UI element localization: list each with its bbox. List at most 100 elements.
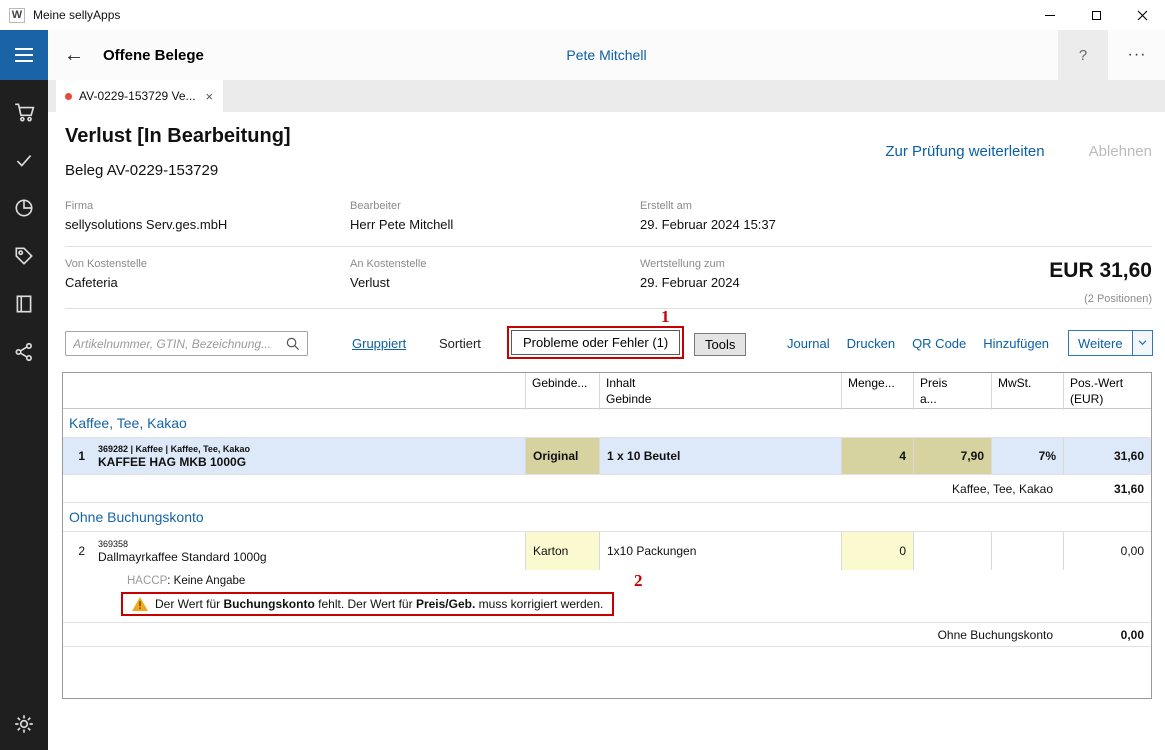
sidebar-item-share[interactable] xyxy=(0,328,48,376)
field-label: Firma xyxy=(65,200,227,212)
gebinde-cell[interactable]: Karton xyxy=(525,532,599,570)
table-row[interactable]: 1 369282 | Kaffee | Kaffee, Tee, Kakao K… xyxy=(63,438,1151,475)
gebinde-cell[interactable]: Original xyxy=(525,438,599,474)
sidebar-item-tags[interactable] xyxy=(0,232,48,280)
maximize-button[interactable] xyxy=(1073,0,1119,30)
haccp-value: : Keine Angabe xyxy=(167,575,245,587)
close-button[interactable] xyxy=(1119,0,1165,30)
haccp-info-row: HACCP: Keine Angabe xyxy=(63,570,1151,592)
field-value: sellysolutions Serv.ges.mbH xyxy=(65,217,227,232)
article-search xyxy=(65,331,308,356)
document-total: EUR 31,60 xyxy=(1049,259,1152,283)
book-icon xyxy=(13,293,35,315)
search-icon[interactable] xyxy=(285,336,300,351)
header-num xyxy=(63,373,91,410)
group-header-row: Kaffee, Tee, Kakao xyxy=(63,409,1151,438)
table-header-row: Gebinde... InhaltGebinde Menge... Preisa… xyxy=(63,373,1151,409)
validation-warning-row: Der Wert für Buchungskonto fehlt. Der We… xyxy=(63,592,1151,622)
field-label: Wertstellung zum xyxy=(640,258,740,270)
add-link[interactable]: Hinzufügen xyxy=(983,336,1049,351)
sidebar xyxy=(0,80,48,750)
validation-warning[interactable]: Der Wert für Buchungskonto fehlt. Der We… xyxy=(121,592,614,616)
reject-link[interactable]: Ablehnen xyxy=(1089,143,1152,160)
help-button[interactable]: ? xyxy=(1058,30,1108,80)
header-gebinde[interactable]: Gebinde... xyxy=(525,373,599,410)
minimize-button[interactable] xyxy=(1027,0,1073,30)
tab-close-icon[interactable]: × xyxy=(206,89,214,104)
more-dropdown-button[interactable]: Weitere xyxy=(1068,330,1153,356)
group-subtotal-row: Kaffee, Tee, Kakao 31,60 xyxy=(63,475,1151,503)
field-value: Verlust xyxy=(350,275,426,290)
pos-wert-cell: 0,00 xyxy=(1063,532,1151,570)
back-button[interactable]: ← xyxy=(64,44,84,67)
field-firma: Firma sellysolutions Serv.ges.mbH xyxy=(65,200,227,232)
row-number: 2 xyxy=(63,532,91,570)
title-bar: W Meine sellyApps xyxy=(0,0,1165,30)
pie-chart-icon xyxy=(13,197,35,219)
document-number: Beleg AV-0229-153729 xyxy=(65,162,218,179)
sidebar-item-reports[interactable] xyxy=(0,184,48,232)
chevron-down-icon xyxy=(1132,331,1152,355)
app-header: ← Offene Belege Pete Mitchell ? ··· xyxy=(48,30,1165,80)
field-erstellt-am: Erstellt am 29. Februar 2024 15:37 xyxy=(640,200,776,232)
tools-button[interactable]: Tools xyxy=(694,333,746,356)
group-name[interactable]: Ohne Buchungskonto xyxy=(63,509,1151,525)
subtotal-value: 31,60 xyxy=(1063,482,1151,496)
preis-cell[interactable]: 7,90 xyxy=(913,438,991,474)
journal-link[interactable]: Journal xyxy=(787,336,830,351)
header-description xyxy=(91,373,525,410)
header-mwst[interactable]: MwSt. xyxy=(991,373,1063,410)
more-dropdown-label: Weitere xyxy=(1069,336,1132,351)
cart-icon xyxy=(13,101,35,123)
problems-errors-button[interactable]: Probleme oder Fehler (1) xyxy=(511,330,680,355)
sidebar-item-journal[interactable] xyxy=(0,280,48,328)
window-controls xyxy=(1027,0,1165,30)
header-inhalt-gebinde[interactable]: InhaltGebinde xyxy=(599,373,841,410)
preis-cell[interactable] xyxy=(913,532,991,570)
subtotal-value: 0,00 xyxy=(1063,628,1151,642)
field-label: Von Kostenstelle xyxy=(65,258,147,270)
table-row[interactable]: 2 369358 Dallmayrkaffee Standard 1000g K… xyxy=(63,532,1151,570)
unsaved-dot-icon xyxy=(65,93,72,100)
annotation-number-1: 1 xyxy=(661,307,670,327)
forward-for-review-link[interactable]: Zur Prüfung weiterleiten xyxy=(885,143,1044,160)
grouped-toggle-link[interactable]: Gruppiert xyxy=(352,336,406,351)
mwst-cell: 7% xyxy=(991,438,1063,474)
qr-code-link[interactable]: QR Code xyxy=(912,336,966,351)
tab-document[interactable]: AV-0229-153729 Ve... × xyxy=(56,80,223,112)
header-menge[interactable]: Menge... xyxy=(841,373,913,410)
subtotal-label: Ohne Buchungskonto xyxy=(63,628,1063,642)
sidebar-item-settings[interactable] xyxy=(0,700,48,748)
share-icon xyxy=(13,341,35,363)
article-meta: 369358 xyxy=(98,539,518,549)
current-user-link[interactable]: Pete Mitchell xyxy=(566,47,646,63)
article-description: 369282 | Kaffee | Kaffee, Tee, Kakao KAF… xyxy=(91,438,525,474)
field-an-kostenstelle: An Kostenstelle Verlust xyxy=(350,258,426,290)
sidebar-item-check[interactable] xyxy=(0,136,48,184)
article-name: KAFFEE HAG MKB 1000G xyxy=(98,455,518,469)
header-pos-wert[interactable]: Pos.-Wert(EUR) xyxy=(1063,373,1151,410)
inhalt-cell: 1 x 10 Beutel xyxy=(599,438,841,474)
haccp-label: HACCP xyxy=(127,575,167,587)
gear-icon xyxy=(13,713,35,735)
header-preis[interactable]: Preisa... xyxy=(913,373,991,410)
more-options-button[interactable]: ··· xyxy=(1115,30,1159,80)
window-title: Meine sellyApps xyxy=(33,8,120,22)
field-label: Bearbeiter xyxy=(350,200,453,212)
mwst-cell xyxy=(991,532,1063,570)
print-link[interactable]: Drucken xyxy=(847,336,895,351)
group-name[interactable]: Kaffee, Tee, Kakao xyxy=(63,415,1151,431)
sorted-toggle-link[interactable]: Sortiert xyxy=(439,336,481,351)
check-icon xyxy=(13,149,35,171)
sidebar-item-cart[interactable] xyxy=(0,88,48,136)
app-logo-icon: W xyxy=(9,8,25,23)
hamburger-menu-button[interactable] xyxy=(0,30,48,80)
menge-cell[interactable]: 0 xyxy=(841,532,913,570)
menge-cell[interactable]: 4 xyxy=(841,438,913,474)
tag-icon xyxy=(13,245,35,267)
document-actions: Zur Prüfung weiterleiten Ablehnen xyxy=(885,143,1152,160)
inhalt-cell: 1x10 Packungen xyxy=(599,532,841,570)
search-input[interactable] xyxy=(73,337,285,351)
document-view: Verlust [In Bearbeitung] Beleg AV-0229-1… xyxy=(48,112,1165,750)
minimize-icon xyxy=(1045,15,1055,16)
